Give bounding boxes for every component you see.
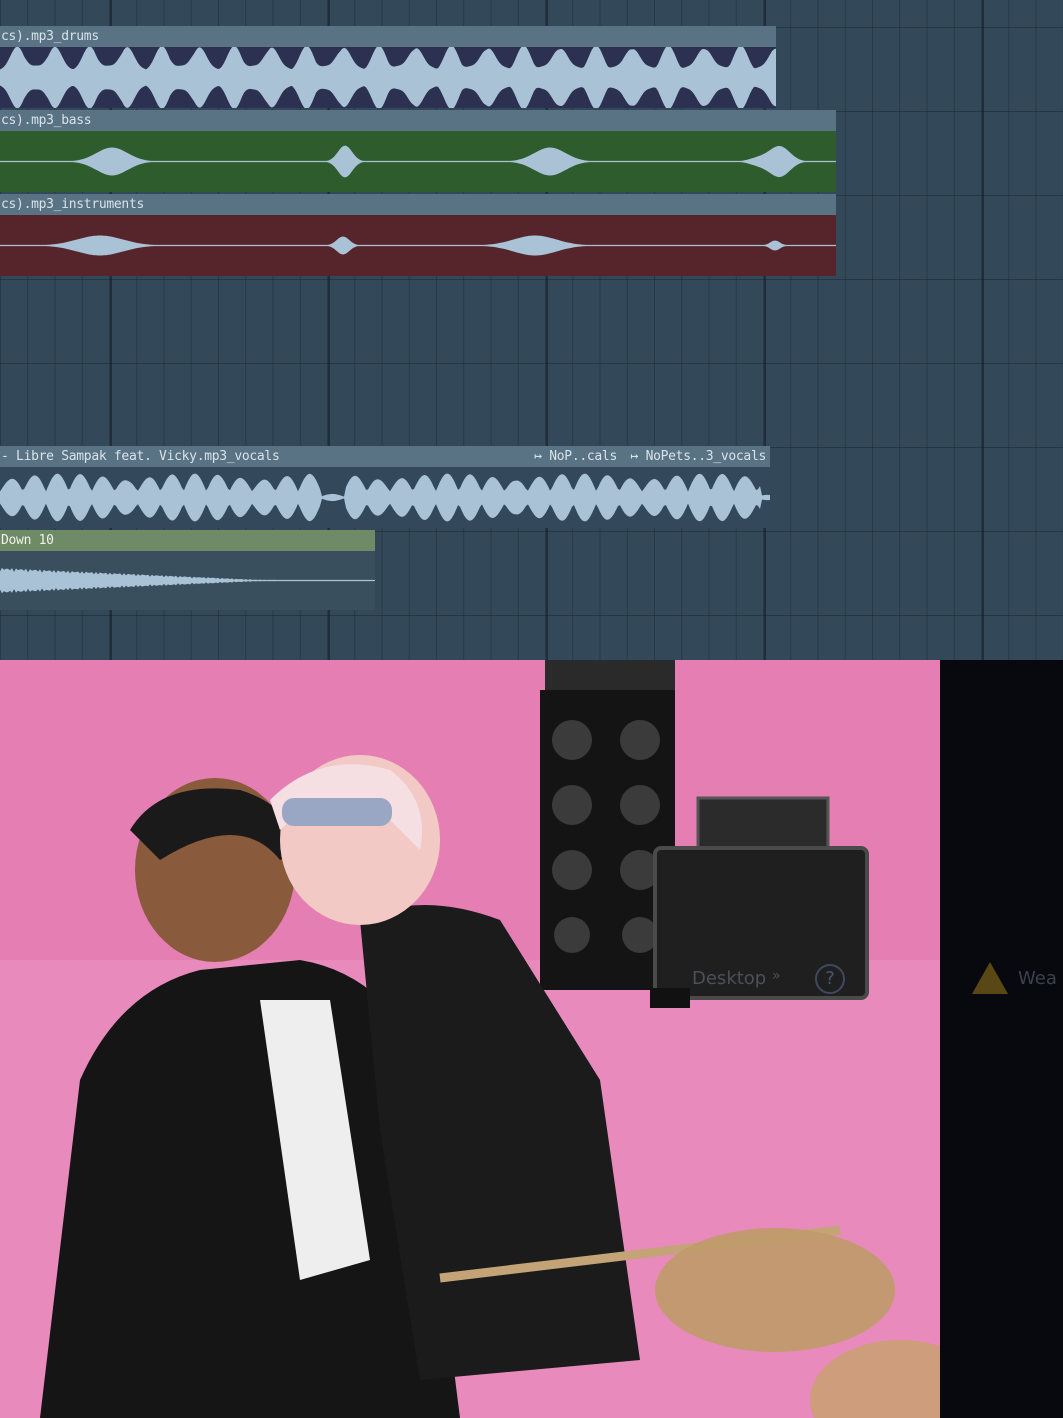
clip-instruments[interactable]: cs).mp3_instruments — [0, 194, 836, 276]
playlist-area[interactable]: cs).mp3_drums cs).mp3_bass cs).mp3_instr… — [0, 0, 1063, 660]
clip-instruments-header[interactable]: cs).mp3_instruments — [0, 194, 836, 215]
weather-label: Wea — [1018, 968, 1057, 989]
clip-down-10-label: Down 10 — [1, 533, 54, 548]
clip-drums-waveform — [0, 47, 776, 108]
sunglasses — [282, 798, 392, 826]
right-panel: Wea — [940, 660, 1063, 1418]
slice-label-2[interactable]: ↦ NoPets..3_vocals — [631, 449, 767, 464]
waveform-drums — [0, 47, 776, 108]
clip-down-10-header[interactable]: Down 10 — [0, 530, 375, 551]
clip-instruments-waveform — [0, 215, 836, 276]
clip-bass-waveform — [0, 131, 836, 192]
video-scene — [0, 660, 940, 1418]
waveform-down-10 — [0, 567, 375, 594]
clip-instruments-label: cs).mp3_instruments — [1, 197, 145, 212]
waveform-vocals — [0, 473, 770, 522]
clip-vocals[interactable]: - Libre Sampak feat. Vicky.mp3_vocals ↦ … — [0, 446, 770, 528]
clip-bass[interactable]: cs).mp3_bass — [0, 110, 836, 192]
warning-icon[interactable] — [972, 962, 1008, 994]
chevron-right-icon: » — [771, 968, 781, 984]
taskbar-desktop-label: Desktop » — [692, 968, 781, 989]
clip-drums-label: cs).mp3_drums — [1, 29, 99, 44]
help-icon[interactable]: ? — [815, 964, 845, 994]
speaker-top — [545, 660, 675, 690]
clip-vocals-label: - Libre Sampak feat. Vicky.mp3_vocals — [1, 449, 280, 464]
clip-down-10[interactable]: Down 10 — [0, 530, 375, 610]
clip-vocals-header[interactable]: - Libre Sampak feat. Vicky.mp3_vocals ↦ … — [0, 446, 770, 467]
clip-bass-header[interactable]: cs).mp3_bass — [0, 110, 836, 131]
clip-vocals-waveform — [0, 467, 770, 528]
waveform-bass — [0, 145, 836, 178]
waveform-instruments — [0, 235, 836, 256]
clip-vocals-slices: ↦ NoP..cals ↦ NoPets..3_vocals — [528, 446, 766, 467]
cymbal — [655, 1228, 895, 1352]
amp-foot — [650, 988, 690, 1008]
clip-drums-header[interactable]: cs).mp3_drums — [0, 26, 776, 47]
clip-bass-label: cs).mp3_bass — [1, 113, 92, 128]
clip-drums[interactable]: cs).mp3_drums — [0, 26, 776, 108]
video-frame: Desktop » ? — [0, 660, 940, 1418]
slice-label-1[interactable]: ↦ NoP..cals — [534, 449, 617, 464]
clip-down-10-waveform — [0, 551, 375, 610]
